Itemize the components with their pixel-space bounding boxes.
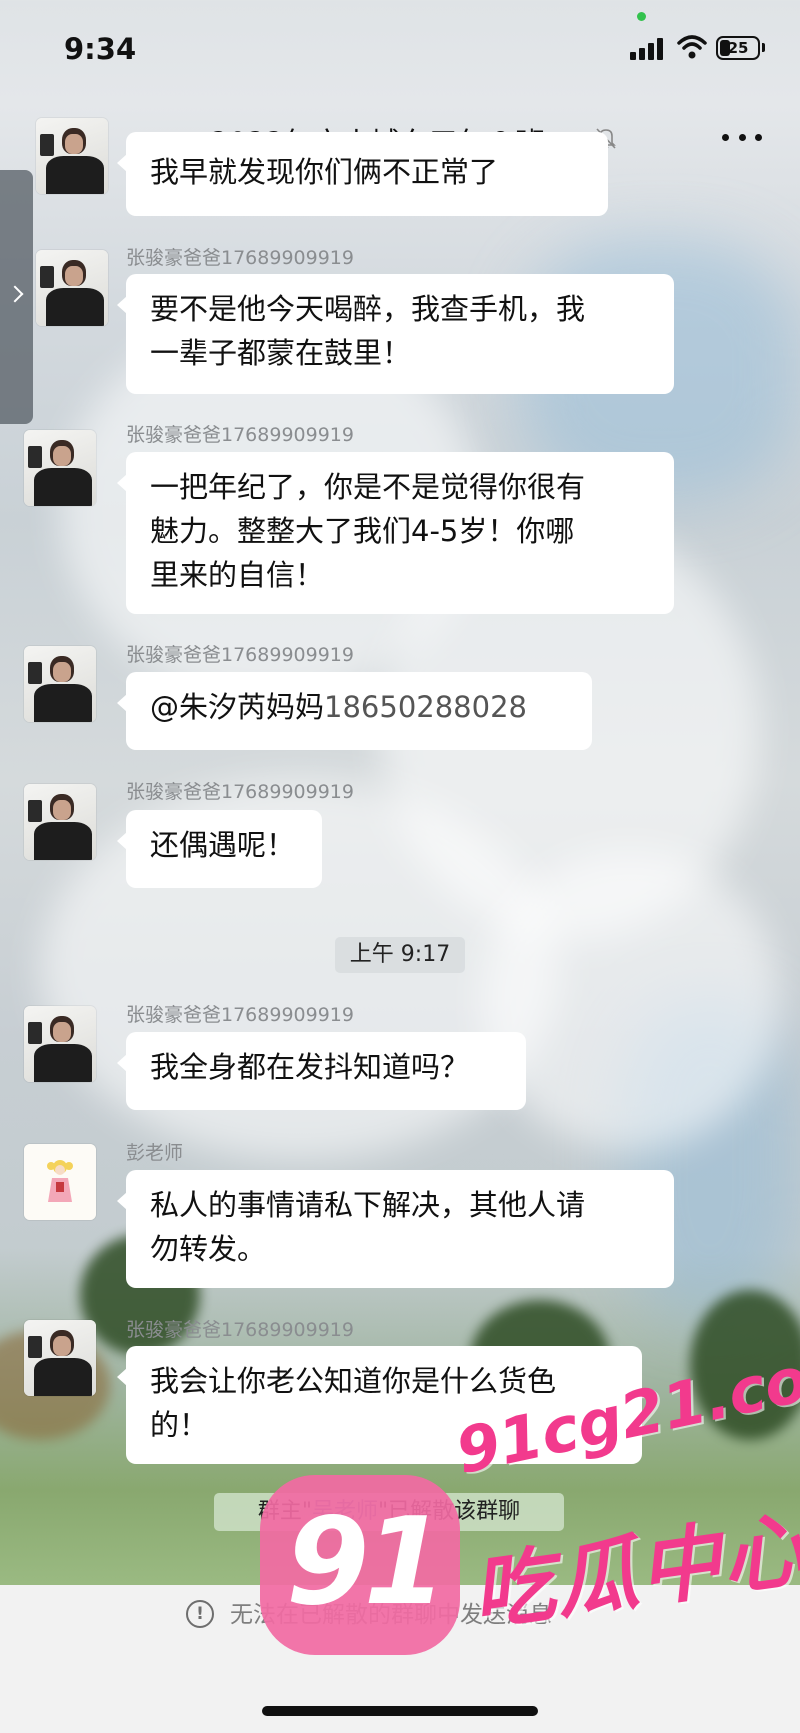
sender-name: 张骏豪爸爸17689909919	[126, 644, 354, 666]
message-bubble[interactable]: 还偶遇呢！	[117, 810, 322, 888]
battery-icon: 25	[716, 36, 760, 60]
status-bar: 9:34 25	[0, 0, 800, 100]
info-icon: !	[186, 1600, 214, 1628]
sender-name: 张骏豪爸爸17689909919	[126, 1319, 354, 1341]
group-dissolved-notice: 群主"吴老师"已解散该群聊	[214, 1493, 564, 1531]
mention-name[interactable]: @朱汐芮妈妈	[150, 690, 324, 724]
avatar[interactable]	[24, 1144, 96, 1220]
mention-phone-number[interactable]: 18650288028	[324, 690, 527, 724]
signal-icon	[630, 38, 666, 60]
message-line: 我会让你老公知道你是什么货色	[150, 1364, 557, 1398]
message-line: 一辈子都蒙在鼓里！	[150, 336, 412, 370]
group-owner-name[interactable]: 吴老师	[312, 1499, 378, 1524]
message-bubble[interactable]: 一把年纪了，你是不是觉得你很有 魅力。整整大了我们4-5岁！你哪 里来的自信！	[117, 452, 674, 614]
message-text: 还偶遇呢！	[150, 828, 296, 862]
home-indicator[interactable]	[262, 1706, 538, 1716]
message-text: 我全身都在发抖知道吗？	[150, 1050, 470, 1084]
sender-name: 张骏豪爸爸17689909919	[126, 781, 354, 803]
message-line: 要不是他今天喝醉，我查手机，我	[150, 292, 586, 326]
message-line: 魅力。整整大了我们4-5岁！你哪	[150, 514, 575, 548]
battery-nub	[762, 43, 765, 52]
message-line: 里来的自信！	[150, 558, 325, 592]
notice-prefix: 群主"	[257, 1499, 312, 1524]
dot-icon	[738, 134, 746, 141]
message-line: 私人的事情请私下解决，其他人请	[150, 1188, 586, 1222]
notice-suffix: "已解散该群聊	[378, 1499, 521, 1524]
message-bubble[interactable]: 要不是他今天喝醉，我查手机，我 一辈子都蒙在鼓里！	[117, 274, 674, 394]
avatar[interactable]	[24, 1320, 96, 1396]
message-line: 的！	[150, 1408, 209, 1442]
side-drawer-tab[interactable]	[0, 170, 33, 424]
message-bubble[interactable]: 我早就发现你们俩不正常了	[117, 132, 608, 216]
avatar[interactable]	[24, 784, 96, 860]
sender-name: 彭老师	[126, 1142, 184, 1164]
message-line: 勿转发。	[150, 1232, 267, 1266]
status-time: 9:34	[64, 32, 137, 66]
more-options-button[interactable]	[722, 134, 762, 144]
privacy-indicator-dot	[637, 12, 646, 21]
message-bubble[interactable]: 我会让你老公知道你是什么货色 的！	[117, 1346, 642, 1464]
message-bubble[interactable]: 私人的事情请私下解决，其他人请 勿转发。	[117, 1170, 674, 1288]
chevron-right-icon	[6, 285, 24, 303]
avatar[interactable]	[36, 250, 108, 326]
sender-name: 张骏豪爸爸17689909919	[126, 247, 354, 269]
message-line: 一把年纪了，你是不是觉得你很有	[150, 470, 586, 504]
message-bubble[interactable]: 我全身都在发抖知道吗？	[117, 1032, 526, 1110]
dot-icon	[722, 134, 729, 141]
avatar[interactable]	[24, 646, 96, 722]
cannot-send-message: 无法在已解散的群聊中发送消息	[230, 1602, 552, 1628]
cartoon-character-icon	[47, 1160, 73, 1202]
avatar[interactable]	[36, 118, 108, 194]
message-bubble[interactable]: @朱汐芮妈妈18650288028	[117, 672, 592, 750]
dot-icon	[755, 134, 762, 141]
wifi-icon	[677, 35, 707, 59]
sender-name: 张骏豪爸爸17689909919	[126, 424, 354, 446]
sender-name: 张骏豪爸爸17689909919	[126, 1004, 354, 1026]
battery-level: 25	[727, 39, 749, 57]
message-text: 我早就发现你们俩不正常了	[150, 155, 499, 189]
avatar[interactable]	[24, 1006, 96, 1082]
timestamp-chip: 上午 9:17	[335, 937, 465, 973]
avatar[interactable]	[24, 430, 96, 506]
